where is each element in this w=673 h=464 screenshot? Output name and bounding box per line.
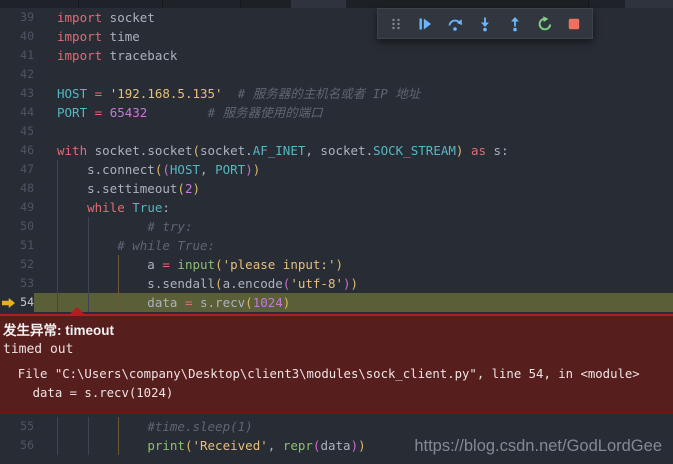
tab-segment[interactable] bbox=[240, 0, 291, 8]
code-line-50[interactable]: 50 # try: bbox=[0, 217, 673, 236]
code-line-52[interactable]: 52 a = input('please input:') bbox=[0, 255, 673, 274]
tab-divider bbox=[240, 0, 241, 8]
line-number[interactable]: 51 bbox=[0, 236, 34, 255]
code-line-44[interactable]: 44 PORT = 65432 # 服务器使用的端口 bbox=[0, 103, 673, 122]
code-text[interactable]: PORT = 65432 # 服务器使用的端口 bbox=[34, 103, 673, 122]
code-text[interactable]: import traceback bbox=[34, 46, 673, 65]
drag-handle-icon[interactable] bbox=[387, 15, 404, 32]
indent-guide bbox=[57, 160, 58, 312]
line-number[interactable]: 41 bbox=[0, 46, 34, 65]
step-into-icon[interactable] bbox=[476, 15, 493, 32]
tab-divider bbox=[78, 0, 79, 8]
tab-segment[interactable] bbox=[625, 0, 673, 8]
code-text[interactable]: s.connect((HOST, PORT)) bbox=[34, 160, 673, 179]
code-line-46[interactable]: 46 with socket.socket(socket.AF_INET, soc… bbox=[0, 141, 673, 160]
csdn-watermark: https://blog.csdn.net/GodLordGee bbox=[414, 437, 662, 455]
line-number[interactable]: 43 bbox=[0, 84, 34, 103]
code-text[interactable] bbox=[34, 122, 673, 141]
code-line-48[interactable]: 48 s.settimeout(2) bbox=[0, 179, 673, 198]
line-number[interactable]: 42 bbox=[0, 65, 34, 84]
restart-icon[interactable] bbox=[536, 15, 553, 32]
code-line-47[interactable]: 47 s.connect((HOST, PORT)) bbox=[0, 160, 673, 179]
code-text[interactable]: #time.sleep(1) bbox=[34, 417, 673, 436]
code-text[interactable]: s.settimeout(2) bbox=[34, 179, 673, 198]
debug-toolbar bbox=[377, 8, 593, 39]
line-number[interactable]: 47 bbox=[0, 160, 34, 179]
code-line-42[interactable]: 42 bbox=[0, 65, 673, 84]
exception-peek-panel: 发生异常: timeout timed out File "C:\Users\c… bbox=[0, 307, 673, 414]
code-line-55[interactable]: 55 #time.sleep(1) bbox=[0, 417, 673, 436]
code-text[interactable]: with socket.socket(socket.AF_INET, socke… bbox=[34, 141, 673, 160]
line-number[interactable]: 44 bbox=[0, 103, 34, 122]
line-number[interactable]: 48 bbox=[0, 179, 34, 198]
exception-message: timed out bbox=[3, 342, 74, 357]
tab-segment-active[interactable] bbox=[291, 0, 346, 8]
code-line-54[interactable]: 54 data = s.recv(1024) bbox=[0, 293, 673, 312]
vscode-editor-window: 39 import socket 40 import time 41 import tra… bbox=[0, 0, 673, 464]
line-number[interactable]: 40 bbox=[0, 27, 34, 46]
line-number[interactable]: 50 bbox=[0, 217, 34, 236]
indent-guide bbox=[88, 217, 89, 312]
indent-guide-active bbox=[118, 255, 119, 312]
line-number[interactable]: 49 bbox=[0, 198, 34, 217]
step-out-icon[interactable] bbox=[506, 15, 523, 32]
line-number[interactable]: 53 bbox=[0, 274, 34, 293]
exception-title: 发生异常: timeout bbox=[3, 323, 114, 338]
code-area-top: 39 import socket 40 import time 41 import tra… bbox=[0, 8, 673, 312]
tab-bar[interactable] bbox=[0, 0, 673, 8]
line-number[interactable]: 45 bbox=[0, 122, 34, 141]
stop-icon[interactable] bbox=[566, 15, 583, 32]
tab-divider bbox=[162, 0, 163, 8]
step-over-icon[interactable] bbox=[447, 15, 464, 32]
code-text[interactable] bbox=[34, 65, 673, 84]
code-line-51[interactable]: 51 # while True: bbox=[0, 236, 673, 255]
code-line-41[interactable]: 41 import traceback bbox=[0, 46, 673, 65]
code-line-43[interactable]: 43 HOST = '192.168.5.135' # 服务器的主机名或者 IP … bbox=[0, 84, 673, 103]
code-line-45[interactable]: 45 bbox=[0, 122, 673, 141]
code-text[interactable]: # try: bbox=[34, 217, 673, 236]
line-number[interactable]: 56 bbox=[0, 436, 34, 455]
peek-notch-icon bbox=[70, 307, 84, 314]
code-text[interactable]: while True: bbox=[34, 198, 673, 217]
code-text[interactable]: s.sendall(a.encode('utf-8')) bbox=[34, 274, 673, 293]
line-number[interactable]: 52 bbox=[0, 255, 34, 274]
code-line-53[interactable]: 53 s.sendall(a.encode('utf-8')) bbox=[0, 274, 673, 293]
code-text[interactable]: a = input('please input:') bbox=[34, 255, 673, 274]
traceback-code-line: data = s.recv(1024) bbox=[3, 386, 174, 400]
line-number[interactable]: 46 bbox=[0, 141, 34, 160]
code-text[interactable]: HOST = '192.168.5.135' # 服务器的主机名或者 IP 地址 bbox=[34, 84, 673, 103]
continue-icon[interactable] bbox=[417, 15, 434, 32]
tab-divider bbox=[588, 0, 589, 8]
tab-segment[interactable] bbox=[346, 0, 588, 8]
traceback-file-line: File "C:\Users\company\Desktop\client3\m… bbox=[3, 367, 640, 381]
code-line-49[interactable]: 49 while True: bbox=[0, 198, 673, 217]
line-number[interactable]: 55 bbox=[0, 417, 34, 436]
code-text[interactable]: data = s.recv(1024) bbox=[34, 293, 673, 312]
code-text[interactable]: # while True: bbox=[34, 236, 673, 255]
line-number[interactable]: 39 bbox=[0, 8, 34, 27]
